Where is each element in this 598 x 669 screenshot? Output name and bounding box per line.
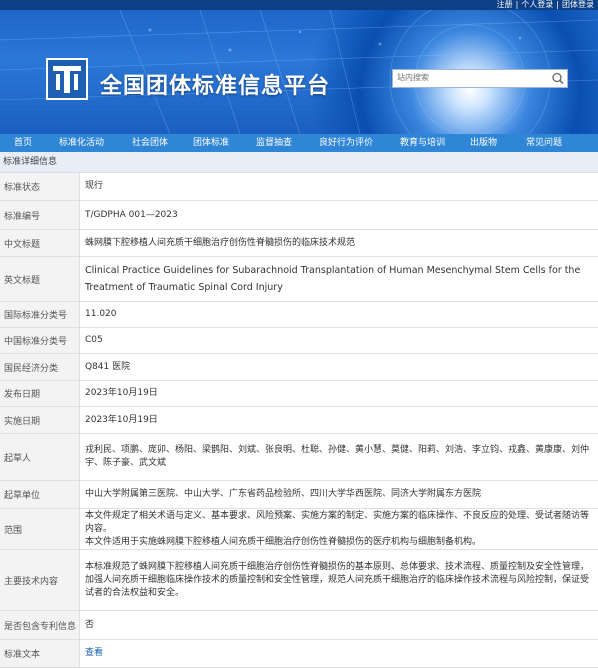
header-banner: 全国团体标准信息平台 bbox=[0, 10, 598, 134]
row-text: 标准文本 查看 bbox=[0, 640, 598, 668]
field-label: 标准文本 bbox=[0, 640, 80, 667]
search-input[interactable] bbox=[393, 70, 551, 85]
row-tech-content: 主要技术内容 本标准规范了蛛网膜下腔移植人间充质干细胞治疗创伤性脊髓损伤的基本原… bbox=[0, 550, 598, 611]
field-value: 2023年10月19日 bbox=[85, 388, 158, 398]
field-label: 标准状态 bbox=[0, 173, 80, 200]
group-login-link[interactable]: 团体登录 bbox=[562, 0, 594, 9]
nav-item-publications[interactable]: 出版物 bbox=[470, 134, 497, 152]
nav-item-behavior-evaluation[interactable]: 良好行为评价 bbox=[319, 134, 373, 152]
field-value: 否 bbox=[85, 619, 95, 630]
nav-item-supervision[interactable]: 监督抽查 bbox=[256, 134, 292, 152]
field-label: 中国标准分类号 bbox=[0, 328, 80, 353]
nav-item-faq[interactable]: 常见问题 bbox=[526, 134, 562, 152]
separator: | bbox=[556, 0, 559, 9]
field-label: 实施日期 bbox=[0, 407, 80, 433]
nav-item-home[interactable]: 首页 bbox=[14, 134, 32, 152]
row-number: 标准编号 T/GDPHA 001—2023 bbox=[0, 201, 598, 230]
personal-login-link[interactable]: 个人登录 bbox=[521, 0, 553, 9]
row-ics: 国际标准分类号 11.020 bbox=[0, 302, 598, 328]
row-ccs: 中国标准分类号 C05 bbox=[0, 328, 598, 354]
logo-icon bbox=[46, 58, 88, 100]
platform-logo bbox=[46, 58, 88, 100]
section-title: 标准详细信息 bbox=[0, 152, 598, 173]
field-label: 主要技术内容 bbox=[0, 550, 80, 610]
field-value: 现行 bbox=[85, 181, 104, 191]
view-standard-link[interactable]: 查看 bbox=[85, 647, 103, 660]
field-label: 范围 bbox=[0, 509, 80, 549]
field-value: 戎利民、项鹏、庞卯、杨阳、梁鹊阳、刘斌、张良明、杜聪、孙健、黄小慧、莫健、阳莉、… bbox=[85, 445, 590, 468]
nav-item-education[interactable]: 教育与培训 bbox=[400, 134, 445, 152]
field-label: 英文标题 bbox=[0, 257, 80, 301]
field-label: 国际标准分类号 bbox=[0, 302, 80, 327]
field-value: 11.020 bbox=[85, 309, 117, 319]
nav-item-organizations[interactable]: 社会团体 bbox=[132, 134, 168, 152]
row-units: 起草单位 中山大学附属第三医院、中山大学、广东省药品检验所、四川大学华西医院、同… bbox=[0, 481, 598, 509]
field-value: 本文件规定了相关术语与定义、基本要求、风险预案、实施方案的制定、实施方案的临床操… bbox=[85, 509, 594, 549]
field-value: 本标准规范了蛛网膜下腔移植人间充质干细胞治疗创伤性脊髓损伤的基本原则、总体要求、… bbox=[85, 561, 590, 598]
row-publish-date: 发布日期 2023年10月19日 bbox=[0, 381, 598, 407]
row-impl-date: 实施日期 2023年10月19日 bbox=[0, 407, 598, 434]
scope-line: 本文件适用于实施蛛网膜下腔移植人间充质干细胞治疗创伤性脊髓损伤的医疗机构与细胞制… bbox=[85, 536, 482, 547]
row-drafters: 起草人 戎利民、项鹏、庞卯、杨阳、梁鹊阳、刘斌、张良明、杜聪、孙健、黄小慧、莫健… bbox=[0, 434, 598, 481]
top-bar: 注册 | 个人登录 | 团体登录 bbox=[0, 0, 598, 10]
row-en-title: 英文标题 Clinical Practice Guidelines for Su… bbox=[0, 257, 598, 302]
field-label: 国民经济分类 bbox=[0, 354, 80, 380]
field-label: 标准编号 bbox=[0, 201, 80, 229]
field-label: 发布日期 bbox=[0, 381, 80, 406]
row-cn-title: 中文标题 蛛网膜下腔移植人间充质干细胞治疗创伤性脊髓损伤的临床技术规范 bbox=[0, 230, 598, 257]
separator: | bbox=[515, 0, 519, 9]
row-scope: 范围 本文件规定了相关术语与定义、基本要求、风险预案、实施方案的制定、实施方案的… bbox=[0, 509, 598, 550]
field-label: 起草单位 bbox=[0, 481, 80, 508]
field-value: C05 bbox=[85, 335, 103, 345]
register-link[interactable]: 注册 bbox=[497, 0, 513, 9]
field-value: Q841 医院 bbox=[85, 361, 131, 372]
nav-item-group-standards[interactable]: 团体标准 bbox=[193, 134, 229, 152]
search-icon[interactable] bbox=[549, 70, 567, 87]
search-box bbox=[392, 69, 568, 88]
nav-item-standardization[interactable]: 标准化活动 bbox=[59, 134, 104, 152]
field-value: 中山大学附属第三医院、中山大学、广东省药品检验所、四川大学华西医院、同济大学附属… bbox=[85, 489, 482, 499]
account-links: 注册 | 个人登录 | 团体登录 bbox=[497, 0, 594, 10]
standard-detail: 标准详细信息 bbox=[0, 152, 598, 173]
field-value: Clinical Practice Guidelines for Subarac… bbox=[85, 265, 581, 293]
field-value: T/GDPHA 001—2023 bbox=[85, 209, 178, 220]
scope-line: 本文件规定了相关术语与定义、基本要求、风险预案、实施方案的制定、实施方案的临床操… bbox=[85, 510, 590, 534]
main-nav: 首页 标准化活动 社会团体 团体标准 监督抽查 良好行为评价 教育与培训 出版物… bbox=[0, 134, 598, 152]
field-label: 中文标题 bbox=[0, 230, 80, 256]
row-economy: 国民经济分类 Q841 医院 bbox=[0, 354, 598, 381]
row-status: 标准状态 现行 bbox=[0, 173, 598, 201]
field-label: 是否包含专利信息 bbox=[0, 611, 80, 639]
field-value: 查看 bbox=[85, 640, 594, 667]
field-value: 蛛网膜下腔移植人间充质干细胞治疗创伤性脊髓损伤的临床技术规范 bbox=[85, 237, 356, 248]
field-value: 2023年10月19日 bbox=[85, 414, 158, 425]
row-patent: 是否包含专利信息 否 bbox=[0, 611, 598, 640]
site-title: 全国团体标准信息平台 bbox=[100, 74, 331, 99]
field-label: 起草人 bbox=[0, 434, 80, 480]
